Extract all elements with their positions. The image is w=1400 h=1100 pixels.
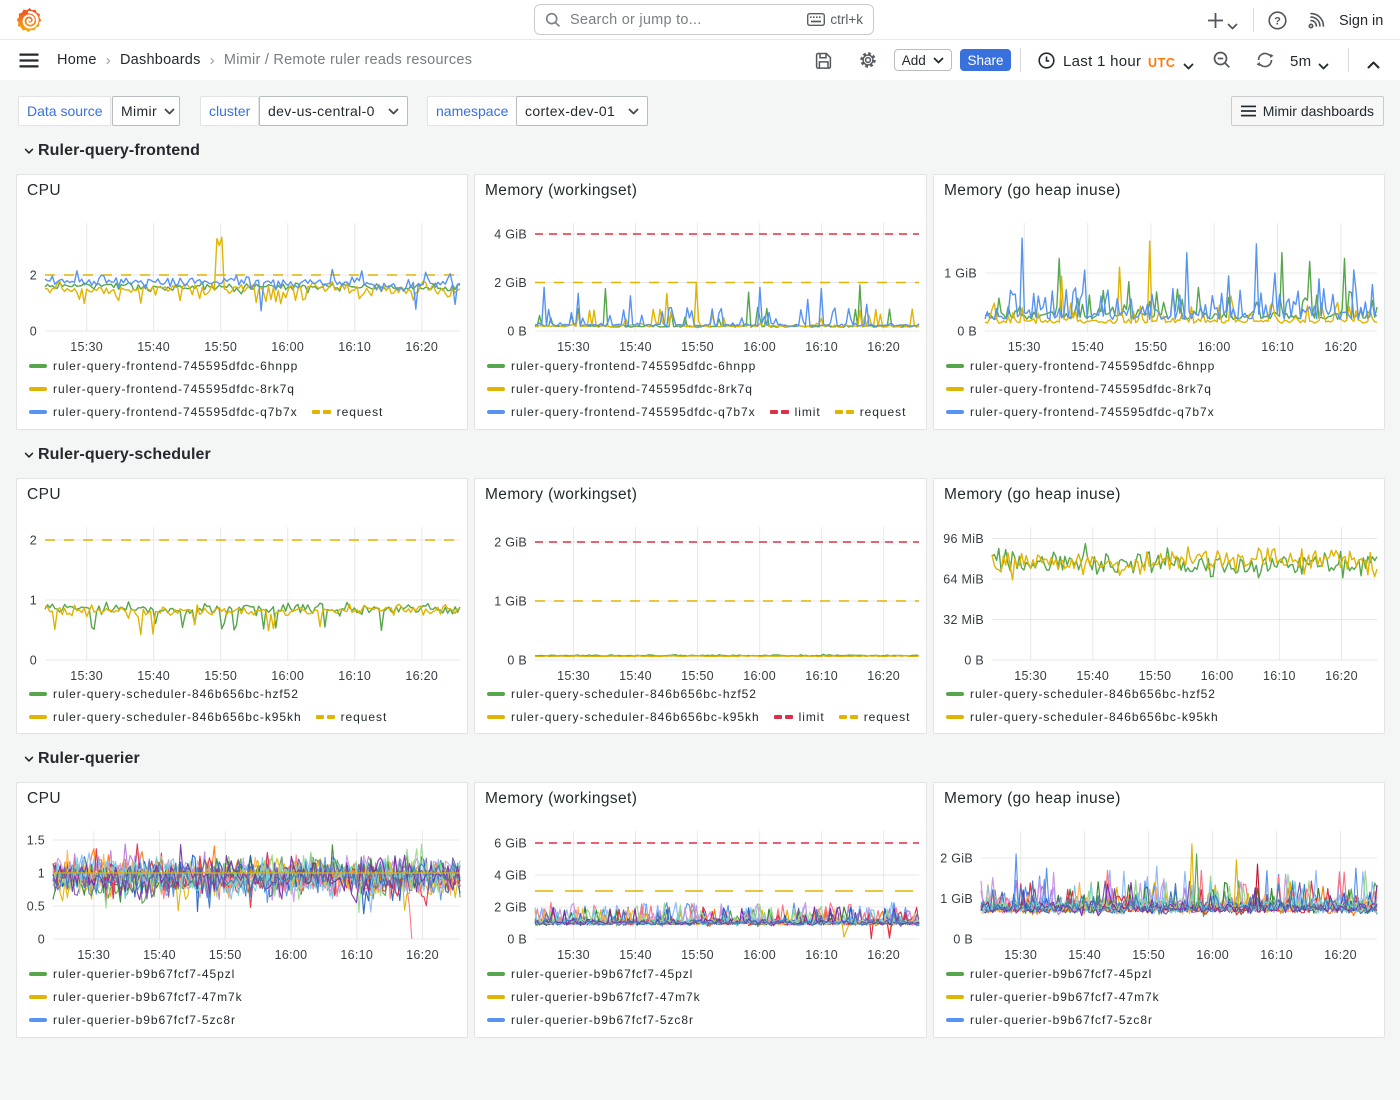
svg-text:15:50: 15:50 — [681, 340, 714, 354]
svg-text:16:00: 16:00 — [271, 340, 304, 354]
svg-text:16:00: 16:00 — [1201, 669, 1234, 683]
svg-text:16:10: 16:10 — [340, 948, 373, 962]
svg-text:1: 1 — [38, 867, 45, 881]
svg-text:16:00: 16:00 — [271, 669, 304, 683]
svg-text:2 GiB: 2 GiB — [494, 536, 527, 550]
svg-text:16:10: 16:10 — [805, 669, 838, 683]
svg-text:16:20: 16:20 — [1325, 340, 1358, 354]
svg-text:0 B: 0 B — [957, 325, 977, 339]
svg-text:16:00: 16:00 — [743, 669, 776, 683]
svg-text:16:10: 16:10 — [1260, 948, 1293, 962]
svg-text:6 GiB: 6 GiB — [494, 837, 527, 851]
svg-text:15:50: 15:50 — [1135, 340, 1168, 354]
svg-text:16:10: 16:10 — [805, 340, 838, 354]
svg-text:16:20: 16:20 — [1325, 669, 1358, 683]
svg-text:15:40: 15:40 — [143, 948, 176, 962]
svg-text:16:10: 16:10 — [805, 948, 838, 962]
svg-text:0 B: 0 B — [507, 933, 527, 947]
svg-text:15:40: 15:40 — [619, 340, 652, 354]
svg-text:2: 2 — [30, 269, 37, 283]
svg-text:2: 2 — [30, 534, 37, 548]
svg-text:15:30: 15:30 — [70, 669, 103, 683]
svg-text:16:00: 16:00 — [743, 340, 776, 354]
svg-text:15:50: 15:50 — [1132, 948, 1165, 962]
svg-text:15:40: 15:40 — [1068, 948, 1101, 962]
svg-text:15:50: 15:50 — [204, 340, 237, 354]
svg-text:2 GiB: 2 GiB — [494, 901, 527, 915]
svg-text:15:40: 15:40 — [619, 948, 652, 962]
svg-text:15:50: 15:50 — [681, 669, 714, 683]
svg-text:16:20: 16:20 — [1324, 948, 1357, 962]
svg-text:15:40: 15:40 — [137, 669, 170, 683]
svg-text:16:20: 16:20 — [867, 340, 900, 354]
svg-text:15:50: 15:50 — [204, 669, 237, 683]
svg-text:15:30: 15:30 — [1014, 669, 1047, 683]
svg-text:1: 1 — [30, 594, 37, 608]
svg-text:1 GiB: 1 GiB — [940, 892, 973, 906]
svg-text:15:30: 15:30 — [1008, 340, 1041, 354]
svg-text:64 MiB: 64 MiB — [943, 573, 984, 587]
svg-text:15:50: 15:50 — [209, 948, 242, 962]
svg-text:1 GiB: 1 GiB — [494, 595, 527, 609]
svg-text:15:30: 15:30 — [557, 669, 590, 683]
svg-text:96 MiB: 96 MiB — [943, 532, 984, 546]
svg-text:0 B: 0 B — [507, 325, 527, 339]
svg-text:4 GiB: 4 GiB — [494, 869, 527, 883]
svg-text:15:40: 15:40 — [137, 340, 170, 354]
svg-text:15:50: 15:50 — [1139, 669, 1172, 683]
svg-text:16:20: 16:20 — [867, 669, 900, 683]
svg-text:4 GiB: 4 GiB — [494, 228, 527, 242]
svg-text:0: 0 — [30, 654, 37, 668]
svg-text:0.5: 0.5 — [27, 900, 45, 914]
svg-text:16:00: 16:00 — [1196, 948, 1229, 962]
svg-text:15:50: 15:50 — [681, 948, 714, 962]
svg-text:15:40: 15:40 — [1076, 669, 1109, 683]
svg-text:16:10: 16:10 — [338, 669, 371, 683]
svg-text:0: 0 — [38, 933, 45, 947]
svg-text:16:10: 16:10 — [1261, 340, 1294, 354]
svg-text:32 MiB: 32 MiB — [943, 613, 984, 627]
svg-text:16:10: 16:10 — [1263, 669, 1296, 683]
svg-text:0 B: 0 B — [953, 933, 973, 947]
svg-text:16:00: 16:00 — [743, 948, 776, 962]
svg-text:15:30: 15:30 — [1004, 948, 1037, 962]
svg-text:15:40: 15:40 — [619, 669, 652, 683]
svg-text:0 B: 0 B — [964, 654, 984, 668]
svg-text:15:30: 15:30 — [557, 340, 590, 354]
svg-text:16:20: 16:20 — [406, 948, 439, 962]
svg-text:0: 0 — [30, 325, 37, 339]
svg-text:16:20: 16:20 — [405, 669, 438, 683]
svg-text:15:40: 15:40 — [1071, 340, 1104, 354]
svg-text:16:00: 16:00 — [275, 948, 308, 962]
svg-text:16:10: 16:10 — [338, 340, 371, 354]
svg-text:2 GiB: 2 GiB — [494, 276, 527, 290]
svg-text:1.5: 1.5 — [27, 834, 45, 848]
svg-text:16:00: 16:00 — [1198, 340, 1231, 354]
svg-text:15:30: 15:30 — [557, 948, 590, 962]
svg-text:0 B: 0 B — [507, 654, 527, 668]
svg-text:15:30: 15:30 — [77, 948, 110, 962]
svg-text:1 GiB: 1 GiB — [944, 267, 977, 281]
svg-text:2 GiB: 2 GiB — [940, 852, 973, 866]
svg-text:16:20: 16:20 — [405, 340, 438, 354]
svg-text:15:30: 15:30 — [70, 340, 103, 354]
svg-text:16:20: 16:20 — [867, 948, 900, 962]
svg-text:?: ? — [1274, 15, 1281, 27]
